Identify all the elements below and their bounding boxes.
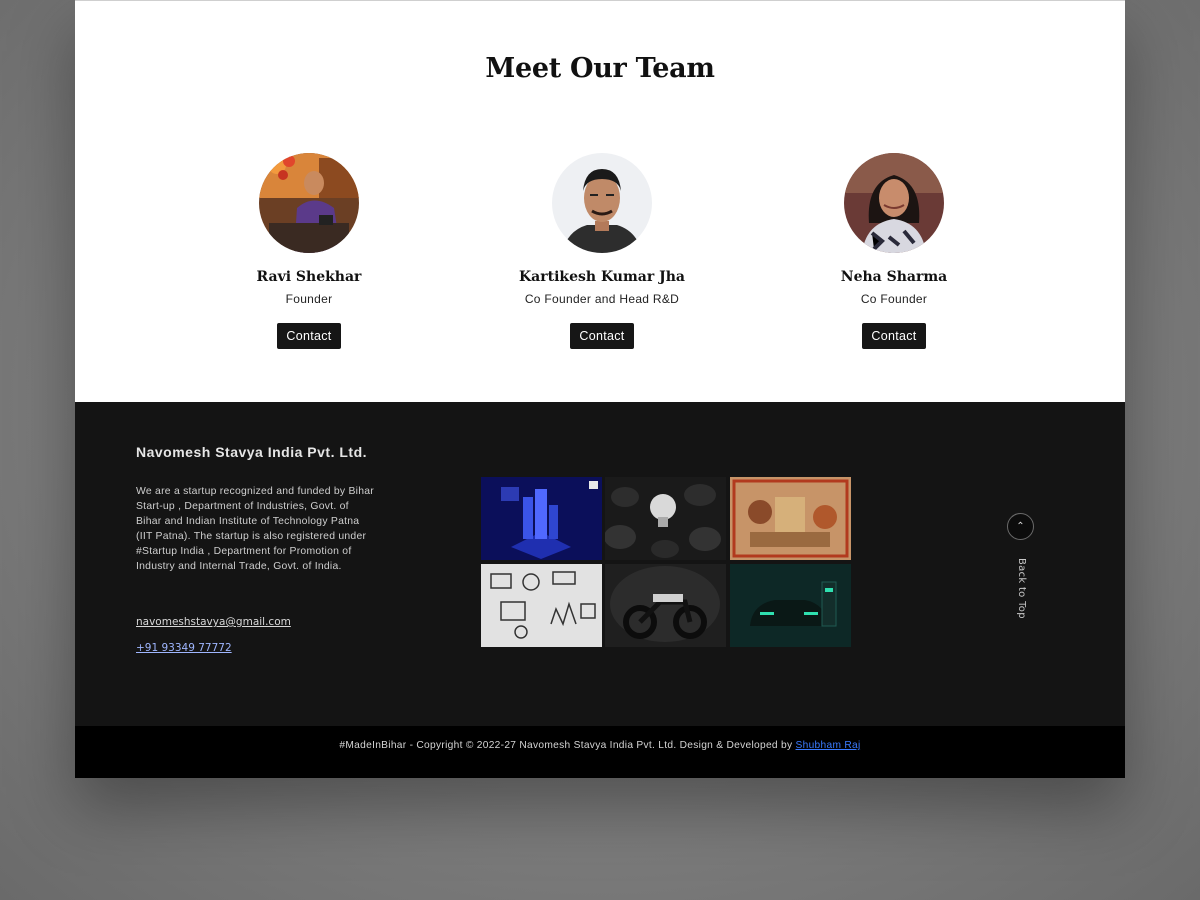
email-link[interactable]: navomeshstavya@gmail.com — [136, 616, 291, 628]
avatar — [844, 153, 944, 253]
developer-link[interactable]: Shubham Raj — [796, 740, 861, 751]
phone-link[interactable]: +91 93349 77772 — [136, 642, 232, 654]
gallery-image-car[interactable] — [730, 564, 851, 647]
footer: Navomesh Stavya India Pvt. Ltd. We are a… — [75, 402, 1125, 726]
member-name: Ravi Shekhar — [256, 269, 362, 285]
team-member-kartikesh: Kartikesh Kumar Jha Co Founder and Head … — [472, 153, 732, 349]
gallery-image-doodles[interactable] — [481, 564, 602, 647]
contact-button[interactable]: Contact — [862, 323, 926, 349]
avatar — [259, 153, 359, 253]
page: Meet Our Team Ravi Shekhar Founder Conta… — [75, 0, 1125, 778]
member-role: Co Founder and Head R&D — [524, 292, 680, 306]
copyright-text: #MadeInBihar - Copyright © 2022-27 Navom… — [75, 740, 1125, 751]
about-text: We are a startup recognized and funded b… — [136, 486, 374, 572]
copyright-bar: #MadeInBihar - Copyright © 2022-27 Navom… — [75, 726, 1125, 778]
team-member-ravi: Ravi Shekhar Founder Contact — [179, 153, 439, 349]
image-gallery — [481, 477, 851, 647]
team-title: Meet Our Team — [485, 53, 715, 84]
back-to-top[interactable]: ⌃ Back to Top — [1007, 513, 1035, 619]
contact-button[interactable]: Contact — [570, 323, 634, 349]
gallery-image-bulbs[interactable] — [605, 477, 726, 560]
team-section: Meet Our Team Ravi Shekhar Founder Conta… — [75, 0, 1125, 402]
contact-button[interactable]: Contact — [277, 323, 341, 349]
gallery-image-city[interactable] — [481, 477, 602, 560]
team-member-neha: Neha Sharma Co Founder Contact — [764, 153, 1024, 349]
member-role: Co Founder — [860, 292, 928, 306]
company-name: Navomesh Stavya India Pvt. Ltd. — [136, 444, 368, 460]
gallery-image-bike[interactable] — [605, 564, 726, 647]
member-name: Kartikesh Kumar Jha — [519, 269, 685, 285]
gallery-image-painting[interactable] — [730, 477, 851, 560]
back-to-top-label[interactable]: Back to Top — [1016, 558, 1027, 619]
chevron-up-icon[interactable]: ⌃ — [1007, 513, 1034, 540]
copyright-label: #MadeInBihar - Copyright © 2022-27 Navom… — [339, 740, 793, 751]
member-name: Neha Sharma — [840, 269, 948, 285]
avatar — [552, 153, 652, 253]
member-role: Founder — [285, 292, 333, 306]
